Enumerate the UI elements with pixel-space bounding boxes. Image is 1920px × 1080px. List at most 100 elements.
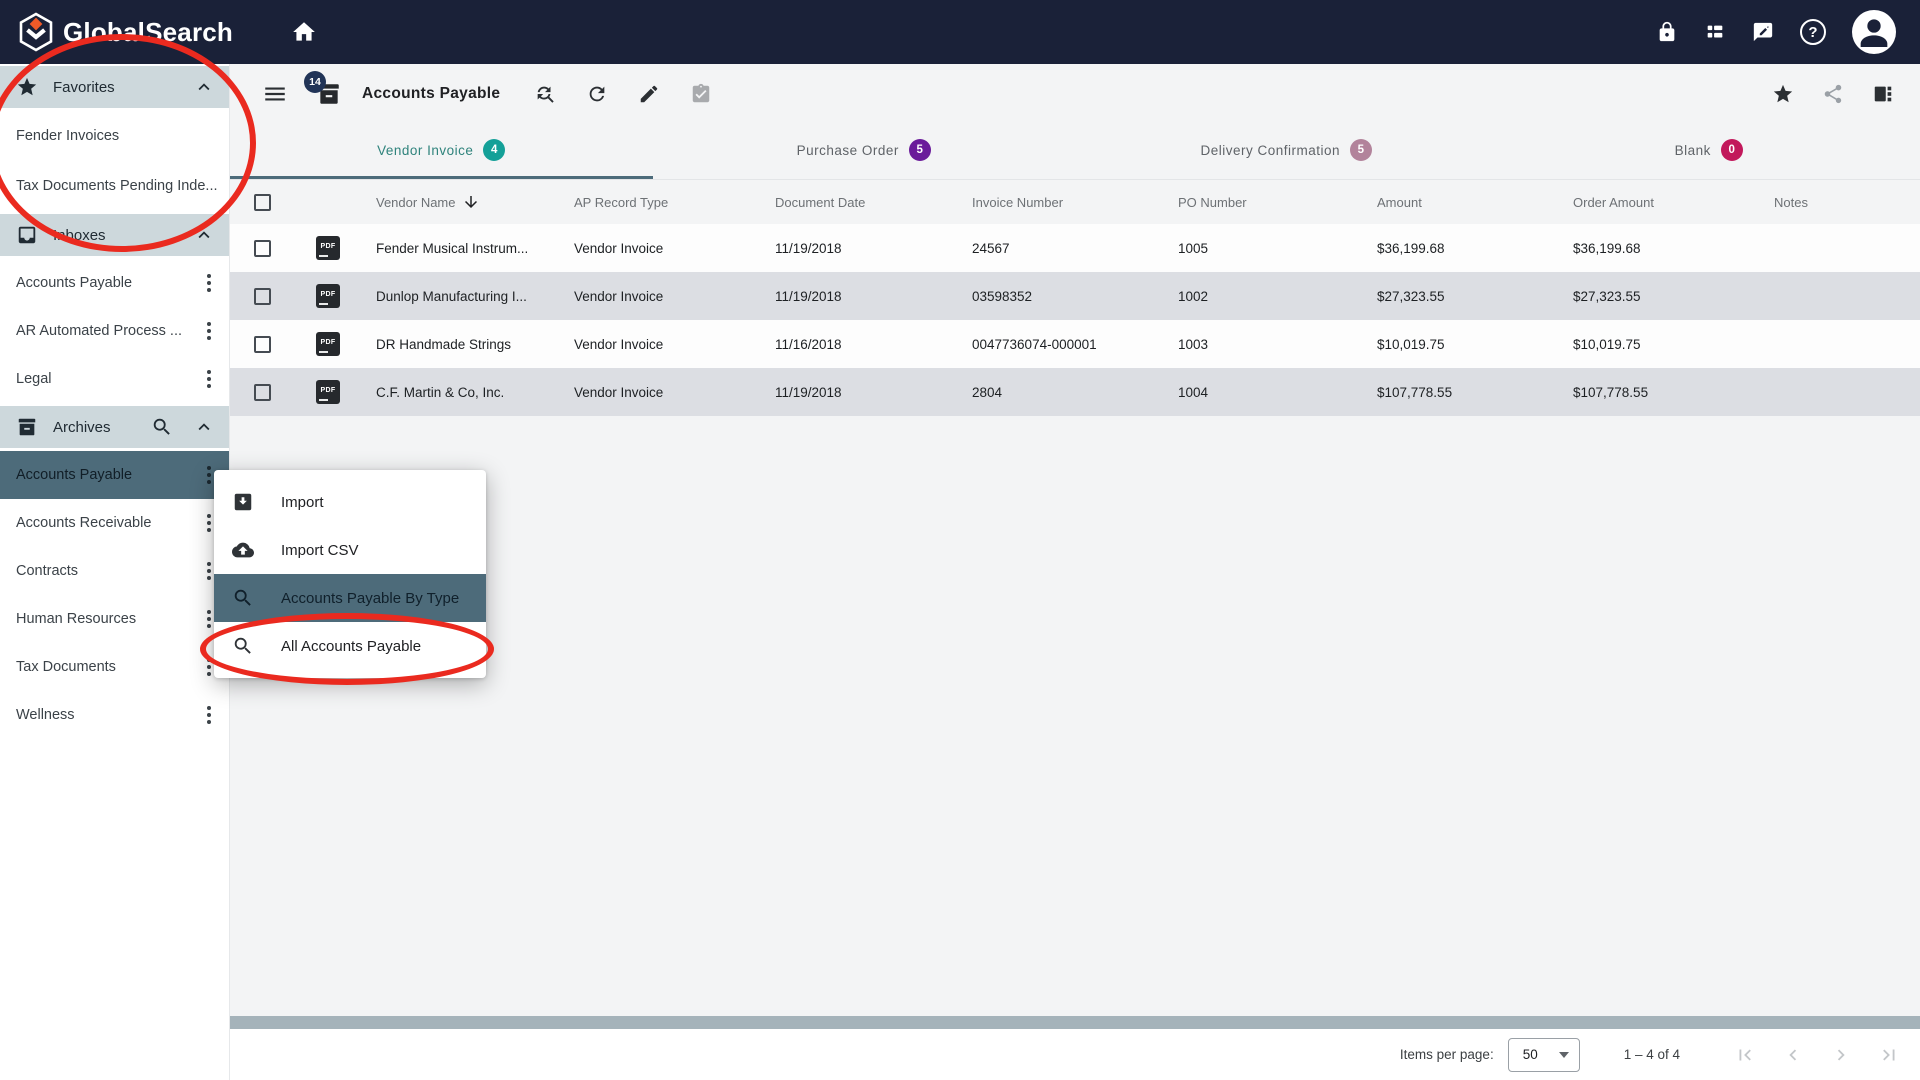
search-icon[interactable] <box>151 416 173 438</box>
help-icon[interactable]: ? <box>1800 19 1826 45</box>
pdf-file-icon[interactable]: PDF <box>316 380 340 404</box>
table-header: Vendor Name AP Record Type Document Date… <box>230 180 1920 224</box>
sidebar-archive-accounts-receivable[interactable]: Accounts Receivable <box>0 499 229 547</box>
search-icon <box>232 635 254 657</box>
menu-item-import[interactable]: Import <box>214 478 486 526</box>
table-row[interactable]: PDF DR Handmade Strings Vendor Invoice 1… <box>230 320 1920 368</box>
page-range-label: 1 – 4 of 4 <box>1624 1047 1680 1062</box>
last-page-icon[interactable] <box>1878 1044 1900 1066</box>
favorites-label: Favorites <box>53 79 115 96</box>
tab-count-badge: 5 <box>909 139 931 161</box>
kebab-menu-icon[interactable] <box>201 268 217 298</box>
dropdown-caret-icon <box>1559 1052 1569 1058</box>
find-replace-icon[interactable] <box>534 83 556 105</box>
cloud-upload-icon <box>232 539 254 561</box>
menu-item-accounts-payable-by-type[interactable]: Accounts Payable By Type <box>214 574 486 622</box>
prev-page-icon[interactable] <box>1782 1044 1804 1066</box>
sidebar-archive-human-resources[interactable]: Human Resources <box>0 595 229 643</box>
document-count-badge: 14 <box>304 71 326 93</box>
refresh-icon[interactable] <box>586 83 608 105</box>
pdf-file-icon[interactable]: PDF <box>316 284 340 308</box>
chevron-up-icon[interactable] <box>193 224 215 246</box>
menu-item-all-accounts-payable[interactable]: All Accounts Payable <box>214 622 486 670</box>
favorites-section-header[interactable]: Favorites <box>0 66 229 108</box>
inboxes-label: Inboxes <box>53 227 106 244</box>
sort-arrow-down-icon <box>462 193 480 211</box>
archive-context-menu: Import Import CSV Accounts Payable By Ty… <box>214 470 486 678</box>
tasks-icon <box>690 83 712 105</box>
items-per-page-label: Items per page: <box>1400 1047 1494 1062</box>
menu-item-import-csv[interactable]: Import CSV <box>214 526 486 574</box>
chevron-up-icon[interactable] <box>193 416 215 438</box>
tab-blank[interactable]: Blank 0 <box>1498 124 1920 179</box>
column-header-vendor-name[interactable]: Vendor Name <box>376 193 574 211</box>
share-icon[interactable] <box>1822 83 1844 105</box>
row-checkbox[interactable] <box>254 288 271 305</box>
account-avatar[interactable] <box>1852 10 1896 54</box>
menu-icon[interactable] <box>262 81 288 107</box>
archives-label: Archives <box>53 419 111 436</box>
tab-purchase-order[interactable]: Purchase Order 5 <box>653 124 1076 179</box>
page-title: Accounts Payable <box>362 85 500 103</box>
first-page-icon[interactable] <box>1734 1044 1756 1066</box>
globalsearch-logo: GlobalSearch <box>18 12 233 52</box>
inbox-icon <box>16 224 38 246</box>
kebab-menu-icon[interactable] <box>201 316 217 346</box>
column-header-ap-record-type[interactable]: AP Record Type <box>574 195 775 210</box>
edit-icon[interactable] <box>638 83 660 105</box>
view-column-icon[interactable] <box>1872 83 1894 105</box>
tab-delivery-confirmation[interactable]: Delivery Confirmation 5 <box>1075 124 1498 179</box>
column-header-amount[interactable]: Amount <box>1377 195 1573 210</box>
column-header-invoice-number[interactable]: Invoice Number <box>972 195 1178 210</box>
star-icon[interactable] <box>1772 83 1794 105</box>
kebab-menu-icon[interactable] <box>201 700 217 730</box>
table-row[interactable]: PDF Fender Musical Instrum... Vendor Inv… <box>230 224 1920 272</box>
record-type-tabs: Vendor Invoice 4 Purchase Order 5 Delive… <box>230 124 1920 180</box>
kebab-menu-icon[interactable] <box>201 364 217 394</box>
row-checkbox[interactable] <box>254 336 271 353</box>
import-icon <box>232 491 254 513</box>
home-icon[interactable] <box>291 19 317 45</box>
table-row[interactable]: PDF C.F. Martin & Co, Inc. Vendor Invoic… <box>230 368 1920 416</box>
search-icon <box>232 587 254 609</box>
tab-count-badge: 5 <box>1350 139 1372 161</box>
page-size-select[interactable]: 50 <box>1508 1038 1580 1072</box>
archive-badge-icon: 14 <box>316 81 342 107</box>
sidebar-archive-accounts-payable[interactable]: Accounts Payable <box>0 451 229 499</box>
pdf-file-icon[interactable]: PDF <box>316 332 340 356</box>
column-header-po-number[interactable]: PO Number <box>1178 195 1377 210</box>
brand-name: GlobalSearch <box>63 17 233 48</box>
select-all-checkbox[interactable] <box>254 194 271 211</box>
star-icon <box>16 76 38 98</box>
row-checkbox[interactable] <box>254 240 271 257</box>
tab-count-badge: 4 <box>483 139 505 161</box>
archives-section-header[interactable]: Archives <box>0 406 229 448</box>
topbar: GlobalSearch ? <box>0 0 1920 64</box>
column-header-document-date[interactable]: Document Date <box>775 195 972 210</box>
horizontal-scrollbar[interactable] <box>230 1016 1920 1029</box>
sidebar-archive-contracts[interactable]: Contracts <box>0 547 229 595</box>
sidebar-item-tax-documents-pending[interactable]: Tax Documents Pending Inde... <box>0 161 229 211</box>
pdf-file-icon[interactable]: PDF <box>316 236 340 260</box>
next-page-icon[interactable] <box>1830 1044 1852 1066</box>
sidebar-item-fender-invoices[interactable]: Fender Invoices <box>0 111 229 161</box>
sidebar-archive-tax-documents[interactable]: Tax Documents <box>0 643 229 691</box>
column-header-order-amount[interactable]: Order Amount <box>1573 195 1774 210</box>
view-list-icon[interactable] <box>1704 21 1726 43</box>
sidebar-inbox-legal[interactable]: Legal <box>0 355 229 403</box>
chevron-up-icon[interactable] <box>193 76 215 98</box>
feedback-icon[interactable] <box>1752 21 1774 43</box>
row-checkbox[interactable] <box>254 384 271 401</box>
sidebar-inbox-ar-automated[interactable]: AR Automated Process ... <box>0 307 229 355</box>
sidebar: Favorites Fender Invoices Tax Documents … <box>0 64 230 1080</box>
archive-icon <box>16 416 38 438</box>
tab-count-badge: 0 <box>1721 139 1743 161</box>
globalsearch-logo-icon <box>18 12 54 52</box>
sidebar-inbox-accounts-payable[interactable]: Accounts Payable <box>0 259 229 307</box>
inboxes-section-header[interactable]: Inboxes <box>0 214 229 256</box>
lock-icon[interactable] <box>1656 21 1678 43</box>
tab-vendor-invoice[interactable]: Vendor Invoice 4 <box>230 124 653 179</box>
table-row[interactable]: PDF Dunlop Manufacturing I... Vendor Inv… <box>230 272 1920 320</box>
column-header-notes[interactable]: Notes <box>1774 195 1920 210</box>
sidebar-archive-wellness[interactable]: Wellness <box>0 691 229 739</box>
